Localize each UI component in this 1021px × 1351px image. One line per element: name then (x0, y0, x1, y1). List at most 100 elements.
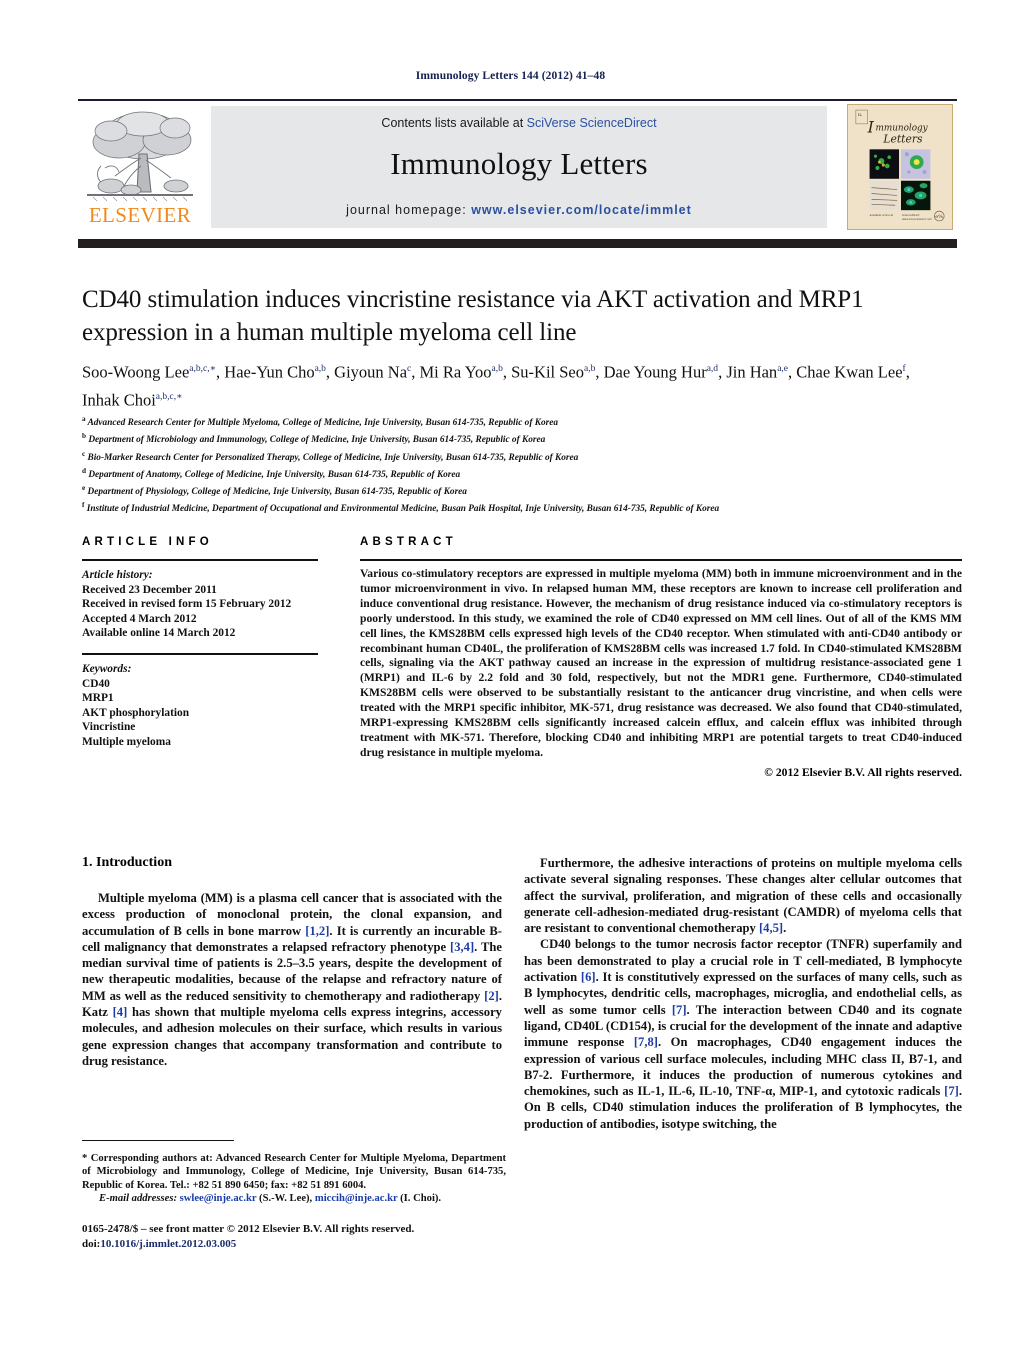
journal-homepage-link[interactable]: www.elsevier.com/locate/immlet (471, 203, 692, 217)
article-history-item: Received 23 December 2011 (82, 583, 217, 596)
author-name: Inhak Choi (82, 390, 156, 409)
affiliation-text: Bio-Marker Research Center for Personali… (85, 452, 579, 463)
citation-link[interactable]: [7] (944, 1084, 959, 1098)
author-affiliation-marker: a,b,c,∗ (189, 364, 217, 374)
affiliation-item: c Bio-Marker Research Center for Persona… (82, 448, 962, 465)
contents-available-line: Contents lists available at SciVerse Sci… (211, 116, 827, 130)
author-affiliation-marker: a,b (584, 364, 596, 374)
keyword-item: Vincristine (82, 721, 136, 734)
affiliation-item: d Department of Anatomy, College of Medi… (82, 465, 962, 482)
keyword-items: CD40 MRP1 AKT phosphorylation Vincristine Mu… (82, 677, 337, 750)
author-affiliation-marker: a,d (706, 364, 719, 374)
affiliation-item: b Department of Microbiology and Immunol… (82, 430, 962, 447)
email-label: E-mail addresses: (99, 1193, 177, 1205)
author-affiliation-marker: a,e (777, 364, 788, 374)
article-info-heading: ARTICLE INFO (82, 536, 213, 548)
author-list: Soo-Woong Leea,b,c,∗, Hae-Yun Choa,b, Gi… (82, 362, 910, 410)
affiliation-text: Department of Microbiology and Immunolog… (86, 435, 546, 446)
svg-text:available online at: available online at (870, 213, 893, 217)
elsevier-wordmark: ELSEVIER (88, 203, 192, 227)
article-history-item: Available online 14 March 2012 (82, 627, 236, 640)
affiliation-text: Department of Physiology, College of Med… (85, 487, 467, 498)
author-name: Hae-Yun Cho (224, 362, 315, 382)
doi-value[interactable]: 10.1016/j.immlet.2012.03.005 (100, 1238, 236, 1250)
email-note: E-mail addresses: swlee@inje.ac.kr (S.-W… (82, 1192, 506, 1205)
doi-line: doi:10.1016/j.immlet.2012.03.005 (82, 1237, 552, 1252)
affiliation-list: a Advanced Research Center for Multiple … (82, 413, 962, 517)
keywords-label: Keywords: (82, 662, 132, 675)
author-affiliation-marker: a,b (314, 364, 326, 374)
citation-link[interactable]: [7,8] (634, 1035, 658, 1049)
article-history-label: Article history: (82, 569, 153, 581)
keywords-block: Keywords: CD40 MRP1 AKT phosphorylation Vin… (82, 662, 337, 750)
article-history: Article history: Received 23 December 20… (82, 568, 337, 641)
masthead-bottom-bar (78, 239, 957, 248)
page-title: CD40 stimulation induces vincristine res… (82, 286, 864, 346)
author-affiliation-marker: c (407, 364, 412, 374)
author-name: Dae Young Hur (603, 362, 707, 382)
body-paragraph: CD40 belongs to the tumor necrosis facto… (524, 937, 963, 1131)
issn-line: 0165-2478/$ – see front matter © 2012 El… (82, 1223, 415, 1235)
contents-prefix: Contents lists available at (381, 116, 527, 130)
elsevier-tree-icon (87, 111, 193, 202)
abstract-rule (360, 559, 962, 561)
citation-link[interactable]: [4] (113, 1005, 128, 1019)
citation-link[interactable]: [6] (581, 970, 596, 984)
author-name: Soo-Woong Lee (82, 362, 190, 382)
keyword-item: AKT phosphorylation (82, 706, 190, 719)
citation-link[interactable]: [7] (672, 1003, 687, 1017)
affiliation-item: e Department of Physiology, College of M… (82, 482, 962, 499)
elsevier-logo: ELSEVIER (81, 106, 199, 228)
email-link-2[interactable]: miccih@inje.ac.kr (315, 1193, 398, 1204)
section-title-introduction: 1. Introduction (82, 855, 172, 870)
history-items: Received 23 December 2011 Received in rev… (82, 583, 337, 641)
affiliation-text: Institute of Industrial Medicine, Depart… (84, 504, 720, 515)
article-page: Immunology Letters 144 (2012) 41–48 ELSE… (0, 0, 1021, 1351)
affiliation-text: Advanced Research Center for Multiple My… (85, 418, 558, 429)
abstract-copyright: © 2012 Elsevier B.V. All rights reserved… (764, 765, 962, 779)
homepage-prefix: journal homepage: (346, 203, 472, 217)
author-name: Giyoun Na (334, 362, 408, 382)
svg-text:e%: e% (935, 214, 943, 220)
body-column-left: 1. Introduction Multiple myeloma (MM) is… (82, 855, 502, 1069)
email-owner-1: (S.-W. Lee), (259, 1193, 313, 1205)
doi-prefix: doi: (82, 1237, 101, 1250)
journal-masthead: ELSEVIER Contents lists available at Sci… (78, 99, 957, 231)
citation-link[interactable]: [4,5] (759, 921, 783, 935)
journal-title: Immunology Letters (390, 146, 648, 181)
svg-text:ScienceDirect: ScienceDirect (902, 213, 920, 217)
email-link-1[interactable]: swlee@inje.ac.kr (180, 1193, 257, 1204)
author-affiliation-marker: a,b (491, 364, 503, 374)
journal-cover-thumbnail: IL I mmunology Letters available online … (847, 104, 953, 230)
issn-doi-block: 0165-2478/$ – see front matter © 2012 El… (82, 1222, 552, 1251)
right-paragraphs: Furthermore, the adhesive interactions o… (524, 855, 962, 1132)
masthead-top-rule (78, 99, 957, 101)
abstract-block: ABSTRACT Various co-stimulatory receptor… (360, 536, 962, 779)
citation-link[interactable]: [1,2] (305, 924, 329, 938)
citation-link[interactable]: [2] (484, 989, 499, 1003)
article-info-rule (82, 559, 318, 561)
svg-text:I: I (867, 118, 875, 137)
sciencedirect-link[interactable]: SciVerse ScienceDirect (527, 116, 657, 130)
author-name: Chae Kwan Lee (796, 362, 903, 382)
svg-text:Letters: Letters (882, 132, 923, 145)
author-affiliation-marker: a,b,c,∗ (155, 391, 183, 402)
corresponding-author-note: * Corresponding authors at: Advanced Res… (82, 1153, 506, 1191)
author-name: Jin Han (726, 362, 778, 382)
sciencedirect-banner: Contents lists available at SciVerse Sci… (211, 106, 827, 228)
author-affiliation-marker: f (902, 364, 906, 374)
body-paragraph: Furthermore, the adhesive interactions o… (524, 856, 962, 936)
keyword-item: MRP1 (82, 692, 114, 705)
author-name: Mi Ra Yoo (419, 362, 492, 382)
affiliation-text: Department of Anatomy, College of Medici… (86, 469, 461, 480)
author-name: Su-Kil Seo (511, 362, 584, 382)
svg-text:www.sciencedirect.com: www.sciencedirect.com (902, 217, 932, 221)
running-head: Immunology Letters 144 (2012) 41–48 (415, 70, 606, 82)
citation-link[interactable]: [3,4] (450, 940, 474, 954)
email-owner-2: (I. Choi). (400, 1193, 442, 1205)
journal-homepage-line: journal homepage: www.elsevier.com/locat… (211, 203, 827, 217)
keyword-item: CD40 (82, 677, 110, 690)
footnote-block: * Corresponding authors at: Advanced Res… (82, 1152, 506, 1206)
footnote-rule (82, 1140, 234, 1141)
keyword-item: Multiple myeloma (82, 735, 171, 748)
